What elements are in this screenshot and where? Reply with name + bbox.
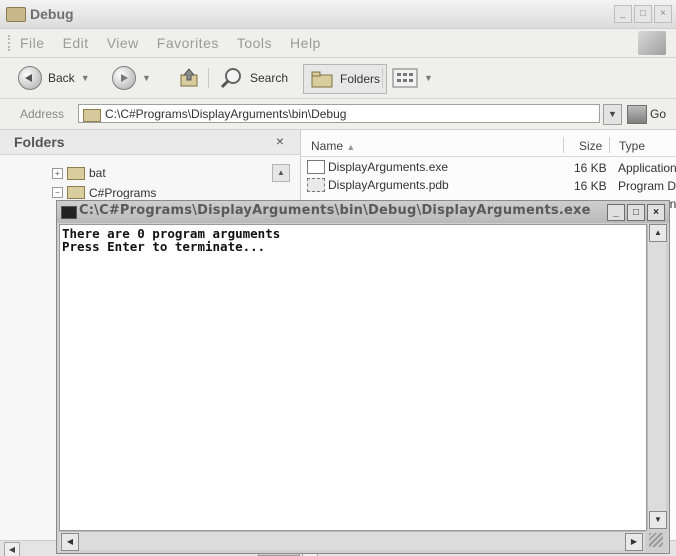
console-output-area[interactable]: There are 0 program arguments Press Ente… (59, 224, 647, 531)
console-horizontal-scrollbar[interactable]: ◀ ▶ (59, 531, 645, 551)
go-button[interactable]: Go (650, 107, 666, 121)
console-title: C:\C#Programs\DisplayArguments\bin\Debug… (79, 203, 591, 218)
file-type: Application (618, 161, 676, 175)
column-divider[interactable] (609, 137, 610, 153)
file-row[interactable]: DisplayArguments.exe 16 KB Application (301, 159, 676, 177)
column-header-size[interactable]: Size (579, 139, 602, 153)
file-name: DisplayArguments.exe (328, 160, 449, 174)
standard-toolbar: Back ▼ ▼ Search Folders ▼ (0, 58, 676, 99)
console-window: C:\C#Programs\DisplayArguments\bin\Debug… (56, 200, 670, 554)
sort-ascending-icon: ▲ (346, 142, 356, 152)
folder-icon (83, 109, 101, 122)
maximize-button[interactable]: □ (634, 5, 652, 23)
column-divider[interactable] (563, 137, 564, 153)
minimize-button[interactable]: _ (614, 5, 632, 23)
chevron-down-icon[interactable]: ▼ (424, 73, 433, 83)
explorer-title-bar[interactable]: Debug _ □ × (0, 0, 676, 29)
column-header-name[interactable]: Name ▲ (311, 139, 355, 153)
resize-grip[interactable] (649, 533, 663, 547)
address-input[interactable]: C:\C#Programs\DisplayArguments\bin\Debug (78, 104, 600, 123)
menu-view[interactable]: View (107, 35, 139, 51)
executable-file-icon (307, 160, 325, 174)
folder-icon (67, 186, 85, 199)
scroll-up-button[interactable]: ▲ (649, 224, 667, 242)
folders-pane-header: Folders × (0, 130, 300, 155)
toolbar-grip[interactable] (8, 35, 13, 51)
file-name: DisplayArguments.pdb (328, 178, 449, 192)
search-label: Search (250, 71, 289, 85)
folders-scroll-up-button[interactable]: ▲ (272, 164, 290, 182)
go-arrow-icon[interactable] (627, 105, 647, 124)
console-maximize-button[interactable]: □ (627, 204, 645, 221)
back-button[interactable]: Back ▼ (18, 64, 90, 92)
menu-tools[interactable]: Tools (237, 35, 272, 51)
file-row[interactable]: DisplayArguments.pdb 16 KB Program De (301, 177, 676, 195)
folder-icon (6, 7, 26, 22)
file-size: 16 KB (574, 179, 607, 193)
address-bar: Address C:\C#Programs\DisplayArguments\b… (0, 99, 676, 130)
file-size: 16 KB (574, 161, 607, 175)
window-controls: _ □ × (614, 5, 672, 23)
scroll-down-button[interactable]: ▼ (649, 511, 667, 529)
chevron-down-icon[interactable]: ▼ (81, 73, 90, 83)
close-button[interactable]: × (654, 5, 672, 23)
folders-pane-title: Folders (14, 134, 65, 150)
windows-logo-icon (638, 31, 666, 55)
scroll-right-button[interactable]: ▶ (625, 533, 643, 551)
search-button[interactable]: Search (220, 64, 288, 92)
forward-button[interactable]: ▼ (112, 64, 151, 92)
scroll-left-button[interactable]: ◀ (61, 533, 79, 551)
pdb-file-icon (307, 178, 325, 192)
up-folder-button[interactable] (178, 64, 200, 92)
tree-item-csharp-programs[interactable]: − C#Programs (52, 186, 156, 199)
search-icon (220, 68, 241, 89)
folders-icon (311, 71, 333, 88)
window-title: Debug (30, 6, 74, 22)
menu-help[interactable]: Help (290, 35, 321, 51)
column-header-type[interactable]: Type (619, 139, 645, 153)
chevron-down-icon[interactable]: ▼ (142, 73, 151, 83)
address-dropdown-button[interactable]: ▼ (603, 104, 622, 125)
console-window-controls: _ □ × (607, 204, 665, 221)
folders-button[interactable]: Folders (303, 64, 388, 94)
menu-file[interactable]: File (20, 35, 45, 51)
back-label: Back (48, 71, 75, 85)
console-close-button[interactable]: × (647, 204, 665, 221)
toolbar-separator (382, 68, 383, 88)
up-folder-icon (180, 68, 198, 87)
address-path: C:\C#Programs\DisplayArguments\bin\Debug (105, 107, 347, 121)
console-title-bar[interactable]: C:\C#Programs\DisplayArguments\bin\Debug… (57, 201, 669, 223)
address-label: Address (20, 107, 65, 121)
menu-favorites[interactable]: Favorites (157, 35, 219, 51)
collapse-icon[interactable]: − (52, 187, 63, 198)
folders-label: Folders (340, 72, 381, 86)
file-list-header: Name ▲ Size Type (301, 136, 676, 157)
back-arrow-icon (18, 66, 42, 90)
toolbar-separator (208, 68, 209, 88)
console-icon[interactable] (61, 206, 77, 219)
forward-arrow-icon (112, 66, 136, 90)
file-type: Program De (618, 179, 676, 193)
tree-item-label: bat (89, 166, 106, 180)
close-folders-pane-button[interactable]: × (276, 133, 284, 149)
console-output-text: There are 0 program arguments Press Ente… (62, 226, 281, 254)
tree-item-label: C#Programs (89, 186, 157, 199)
scroll-left-button[interactable]: ◀ (4, 542, 20, 556)
folder-icon (67, 166, 85, 180)
views-icon (392, 68, 418, 88)
tree-item-bat[interactable]: + bat (52, 166, 106, 180)
views-button[interactable]: ▼ (392, 64, 433, 92)
menu-edit[interactable]: Edit (63, 35, 89, 51)
menu-bar: File Edit View Favorites Tools Help (0, 29, 676, 58)
expand-icon[interactable]: + (52, 167, 63, 179)
console-minimize-button[interactable]: _ (607, 204, 625, 221)
console-vertical-scrollbar[interactable]: ▲ ▼ (647, 224, 667, 529)
